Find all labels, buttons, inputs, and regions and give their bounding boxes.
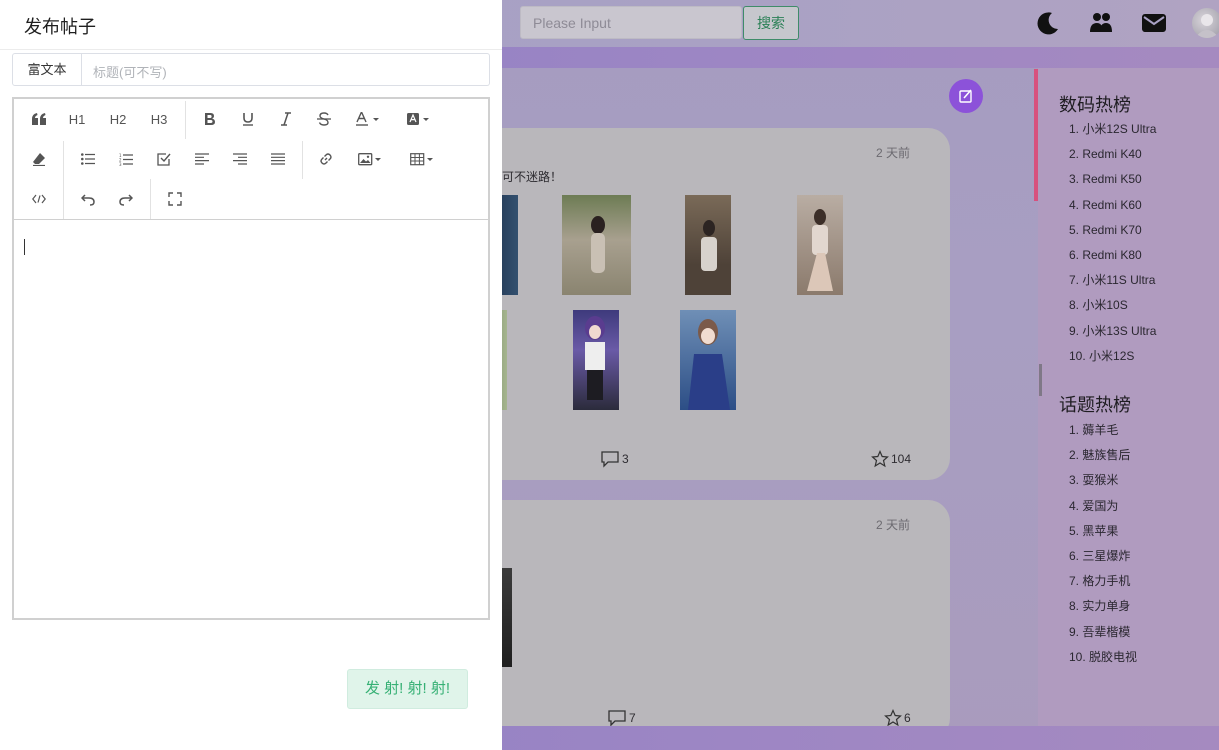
star-count[interactable]: 6 <box>884 709 911 727</box>
align-right-icon[interactable] <box>225 144 255 174</box>
search-button[interactable]: 搜索 <box>743 6 799 40</box>
rank-item[interactable]: 9. 吾辈楷模 <box>1069 623 1137 648</box>
strikethrough-icon[interactable] <box>309 104 339 134</box>
italic-icon[interactable] <box>271 104 301 134</box>
svg-text:3: 3 <box>119 162 122 166</box>
rank-item[interactable]: 2. Redmi K40 <box>1069 145 1156 170</box>
undo-icon[interactable] <box>73 184 103 214</box>
numbered-list-icon[interactable]: 123 <box>111 144 141 174</box>
bullet-list-icon[interactable] <box>73 144 103 174</box>
post-image[interactable] <box>680 310 736 410</box>
topic-rank-list: 1. 薅羊毛 2. 魅族售后 3. 耍猴米 4. 爱国为 5. 黑苹果 6. 三… <box>1069 421 1137 673</box>
toolbar-separator <box>63 141 64 219</box>
toolbar-separator <box>302 141 303 179</box>
underline-icon[interactable] <box>233 104 263 134</box>
rank-item[interactable]: 4. Redmi K60 <box>1069 196 1156 221</box>
rank-item[interactable]: 8. 小米10S <box>1069 296 1156 321</box>
comment-count[interactable]: 7 <box>607 709 636 727</box>
digital-rank-list: 1. 小米12S Ultra 2. Redmi K40 3. Redmi K50… <box>1069 120 1156 372</box>
heading1-button[interactable]: H1 <box>62 104 92 134</box>
editor-toolbar: H1 H2 H3 1 2 3 <box>14 99 488 220</box>
post-card[interactable]: 2 天前 可不迷路！ 3 104 <box>480 128 950 480</box>
rank-item[interactable]: 10. 脱胶电视 <box>1069 648 1137 673</box>
avatar[interactable] <box>1192 8 1219 38</box>
post-image[interactable] <box>685 195 731 295</box>
table-icon[interactable] <box>406 144 440 174</box>
toolbar-separator <box>150 179 151 219</box>
post-card[interactable]: 2 天前 7 6 <box>480 500 950 740</box>
background-color-icon[interactable] <box>403 104 437 134</box>
post-image[interactable] <box>573 310 619 410</box>
rank-item[interactable]: 3. 耍猴米 <box>1069 471 1137 496</box>
users-icon[interactable] <box>1088 10 1114 36</box>
post-time: 2 天前 <box>875 146 910 160</box>
star-count-value: 6 <box>904 711 911 725</box>
star-count[interactable]: 104 <box>871 450 911 468</box>
submit-post-button[interactable]: 发 射! 射! 射! <box>347 669 468 709</box>
image-icon[interactable] <box>354 144 388 174</box>
eraser-icon[interactable] <box>24 144 54 174</box>
scrollbar-thumb[interactable] <box>1039 364 1042 396</box>
font-color-icon[interactable] <box>352 104 386 134</box>
accent-bar <box>1034 69 1038 201</box>
post-image[interactable] <box>797 195 843 295</box>
rank-item[interactable]: 6. 三星爆炸 <box>1069 547 1137 572</box>
topic-rank-title: 话题热榜 <box>1059 395 1131 415</box>
divider <box>0 49 502 50</box>
rank-item[interactable]: 5. Redmi K70 <box>1069 221 1156 246</box>
link-icon[interactable] <box>311 144 341 174</box>
edit-icon <box>959 89 972 103</box>
heading3-button[interactable]: H3 <box>144 104 174 134</box>
code-icon[interactable] <box>24 184 54 214</box>
comment-icon <box>608 710 626 727</box>
digital-rank-title: 数码热榜 <box>1059 95 1131 115</box>
rank-item[interactable]: 1. 小米12S Ultra <box>1069 120 1156 145</box>
rank-item[interactable]: 5. 黑苹果 <box>1069 522 1137 547</box>
rich-text-editor: H1 H2 H3 1 2 3 <box>12 97 490 620</box>
redo-icon[interactable] <box>111 184 141 214</box>
rank-item[interactable]: 7. 格力手机 <box>1069 572 1137 597</box>
heading2-button[interactable]: H2 <box>103 104 133 134</box>
text-caret <box>24 239 25 255</box>
mail-icon[interactable] <box>1141 10 1167 36</box>
star-count-value: 104 <box>891 452 912 466</box>
fullscreen-icon[interactable] <box>160 184 190 214</box>
blockquote-icon[interactable] <box>24 104 54 134</box>
comment-count[interactable]: 3 <box>600 450 629 468</box>
rank-item[interactable]: 6. Redmi K80 <box>1069 246 1156 271</box>
rank-item[interactable]: 8. 实力单身 <box>1069 597 1137 622</box>
checklist-icon[interactable] <box>149 144 179 174</box>
rank-item[interactable]: 9. 小米13S Ultra <box>1069 322 1156 347</box>
comment-count-value: 7 <box>629 711 636 725</box>
rank-item[interactable]: 2. 魅族售后 <box>1069 446 1137 471</box>
post-time: 2 天前 <box>875 518 910 532</box>
drawer-title: 发布帖子 <box>24 17 96 37</box>
publish-post-drawer: 发布帖子 富文本 标题(可不写) H1 H2 H3 1 2 3 发 射! 射! … <box>0 0 502 750</box>
star-icon <box>884 709 902 727</box>
post-text: 可不迷路！ <box>502 170 563 184</box>
toolbar-separator <box>185 101 186 139</box>
rank-item[interactable]: 7. 小米11S Ultra <box>1069 271 1156 296</box>
comment-icon <box>601 451 619 468</box>
bold-icon[interactable] <box>195 104 225 134</box>
rank-item[interactable]: 10. 小米12S <box>1069 347 1156 372</box>
title-input[interactable]: 标题(可不写) <box>82 53 490 86</box>
comment-count-value: 3 <box>622 452 629 466</box>
rich-text-mode-button[interactable]: 富文本 <box>12 53 82 86</box>
align-left-icon[interactable] <box>187 144 217 174</box>
new-post-button[interactable] <box>949 79 983 113</box>
rank-item[interactable]: 1. 薅羊毛 <box>1069 421 1137 446</box>
moon-icon[interactable] <box>1035 10 1061 36</box>
rank-item[interactable]: 3. Redmi K50 <box>1069 170 1156 195</box>
rank-item[interactable]: 4. 爱国为 <box>1069 497 1137 522</box>
star-icon <box>871 450 889 468</box>
post-image[interactable] <box>562 195 631 295</box>
align-justify-icon[interactable] <box>263 144 293 174</box>
editor-content-area[interactable] <box>14 220 488 618</box>
search-input[interactable]: Please Input <box>520 6 742 39</box>
